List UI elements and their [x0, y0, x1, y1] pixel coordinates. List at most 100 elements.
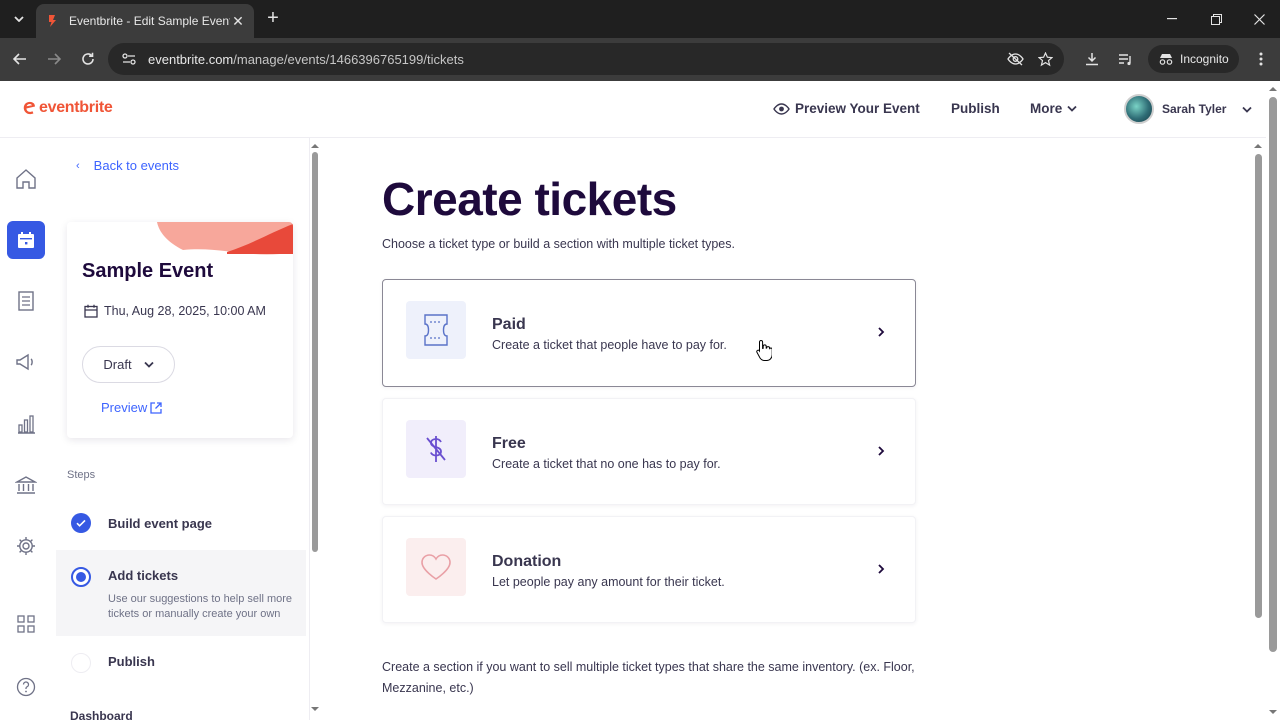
- chevron-right-icon: [878, 327, 885, 337]
- new-tab-icon[interactable]: +: [262, 8, 284, 30]
- more-menu[interactable]: More: [1030, 101, 1077, 116]
- chevron-right-icon: [878, 564, 885, 574]
- eventbrite-logo[interactable]: eventbrite: [22, 99, 113, 117]
- ticket-type-desc: Let people pay any amount for their tick…: [492, 575, 725, 589]
- browser-tab[interactable]: Eventbrite - Edit Sample Event ✕: [36, 4, 254, 38]
- chevron-down-icon: [1242, 106, 1253, 113]
- scroll-up-icon[interactable]: [310, 143, 320, 149]
- radio-empty-icon: [71, 653, 91, 673]
- reload-icon[interactable]: [75, 46, 101, 72]
- radio-active-icon: [71, 567, 91, 587]
- scroll-down-icon[interactable]: [310, 706, 320, 712]
- chevron-down-icon: [1067, 105, 1077, 112]
- close-window-icon[interactable]: [1237, 0, 1280, 38]
- megaphone-icon[interactable]: [7, 343, 45, 381]
- ticket-type-donation[interactable]: Donation Let people pay any amount for t…: [382, 516, 916, 623]
- side-panel-scroll-thumb[interactable]: [312, 152, 318, 552]
- tab-title: Eventbrite - Edit Sample Event: [69, 14, 230, 28]
- event-date: Thu, Aug 28, 2025, 10:00 AM: [84, 304, 266, 318]
- eventbrite-favicon-icon: [49, 15, 56, 27]
- scroll-up-icon[interactable]: [1266, 85, 1280, 92]
- scroll-down-icon[interactable]: [1266, 709, 1280, 716]
- main-content: Create tickets Choose a ticket type or b…: [322, 138, 1266, 720]
- preview-label: Preview: [101, 400, 148, 415]
- ticket-type-paid[interactable]: Paid Create a ticket that people have to…: [382, 279, 916, 387]
- preview-your-event-link[interactable]: Preview Your Event: [773, 101, 920, 116]
- side-panel-scrollbar[interactable]: [310, 138, 320, 720]
- bookmark-star-icon[interactable]: [1034, 48, 1056, 70]
- publish-label: Publish: [951, 101, 1000, 116]
- preview-link[interactable]: Preview: [101, 400, 162, 415]
- main-inner-scroll-thumb[interactable]: [1255, 154, 1262, 618]
- hand-cursor-icon: [756, 339, 772, 361]
- url-path: /manage/events/1466396765199/tickets: [233, 51, 464, 67]
- step-add-tickets[interactable]: Add tickets Use our suggestions to help …: [56, 550, 306, 636]
- step-title: Build event page: [108, 516, 213, 531]
- media-queue-icon[interactable]: [1114, 48, 1136, 70]
- back-arrow-icon[interactable]: [7, 46, 33, 72]
- incognito-icon: [1159, 54, 1173, 65]
- status-dropdown[interactable]: Draft: [82, 346, 175, 383]
- bank-icon[interactable]: [7, 466, 45, 504]
- event-side-panel: ‹ Back to events Sample Event Thu, Aug 2…: [52, 138, 310, 720]
- incognito-badge[interactable]: Incognito: [1148, 45, 1239, 73]
- ticket-icon: [406, 301, 466, 359]
- site-info-icon[interactable]: [118, 48, 140, 70]
- avatar: [1124, 94, 1154, 124]
- ticket-type-free[interactable]: Free Create a ticket that no one has to …: [382, 398, 916, 505]
- calendar-icon[interactable]: [7, 221, 45, 259]
- ticket-type-name: Free: [492, 435, 526, 452]
- external-link-icon: [150, 401, 162, 414]
- help-icon[interactable]: [7, 668, 45, 706]
- chevron-down-icon: [143, 361, 154, 368]
- close-tab-icon[interactable]: ✕: [230, 13, 246, 30]
- apps-grid-icon[interactable]: [7, 605, 45, 643]
- user-menu[interactable]: Sarah Tyler: [1124, 94, 1253, 124]
- main-inner-scrollbar[interactable]: [1252, 140, 1264, 720]
- eye-off-icon[interactable]: [1004, 48, 1026, 70]
- bar-chart-icon[interactable]: [7, 405, 45, 443]
- forward-arrow-icon[interactable]: [41, 46, 67, 72]
- step-publish[interactable]: Publish: [56, 638, 306, 686]
- status-label: Draft: [103, 357, 132, 372]
- browser-menu-icon[interactable]: [1250, 48, 1272, 70]
- page-scroll-thumb[interactable]: [1269, 97, 1277, 652]
- restore-icon[interactable]: [1194, 0, 1238, 38]
- preview-your-event-label: Preview Your Event: [795, 101, 920, 116]
- ticket-type-desc: Create a ticket that people have to pay …: [492, 338, 727, 352]
- step-description: Use our suggestions to help sell more ti…: [108, 593, 293, 620]
- eye-icon: [773, 102, 790, 115]
- ticket-type-desc: Create a ticket that no one has to pay f…: [492, 457, 721, 471]
- step-title: Publish: [108, 654, 155, 669]
- calendar-icon: [84, 304, 98, 318]
- home-icon[interactable]: [7, 160, 45, 198]
- page-scrollbar[interactable]: [1266, 81, 1280, 720]
- incognito-label: Incognito: [1180, 52, 1229, 66]
- address-bar[interactable]: eventbrite.com/manage/events/14663967651…: [108, 43, 1064, 75]
- section-note: Create a section if you want to sell mul…: [382, 660, 915, 695]
- minimize-icon[interactable]: [1150, 0, 1194, 38]
- publish-link[interactable]: Publish: [951, 101, 1000, 116]
- browser-tab-bar: Eventbrite - Edit Sample Event ✕ +: [0, 0, 1280, 38]
- tab-search-icon[interactable]: [8, 8, 30, 30]
- orders-list-icon[interactable]: [7, 282, 45, 320]
- browser-toolbar: eventbrite.com/manage/events/14663967651…: [0, 38, 1280, 81]
- url-text: eventbrite.com/manage/events/14663967651…: [148, 52, 464, 67]
- back-to-events-link[interactable]: ‹ Back to events: [76, 158, 179, 173]
- scroll-up-icon[interactable]: [1252, 143, 1264, 149]
- back-to-events-label: Back to events: [93, 158, 179, 173]
- ticket-type-name: Donation: [492, 553, 562, 570]
- user-name: Sarah Tyler: [1162, 102, 1227, 116]
- app-header: eventbrite Preview Your Event Publish Mo…: [0, 81, 1266, 138]
- icon-rail: [0, 138, 52, 720]
- dashboard-heading: Dashboard: [70, 709, 133, 720]
- event-date-text: Thu, Aug 28, 2025, 10:00 AM: [104, 304, 266, 318]
- step-build-event-page[interactable]: Build event page: [56, 502, 306, 548]
- gear-icon[interactable]: [7, 527, 45, 565]
- step-title: Add tickets: [108, 568, 179, 583]
- page-subtitle: Choose a ticket type or build a section …: [382, 237, 735, 251]
- ticket-type-name: Paid: [492, 316, 526, 333]
- check-circle-icon: [71, 513, 91, 533]
- event-card: Sample Event Thu, Aug 28, 2025, 10:00 AM…: [67, 222, 293, 438]
- download-icon[interactable]: [1081, 48, 1103, 70]
